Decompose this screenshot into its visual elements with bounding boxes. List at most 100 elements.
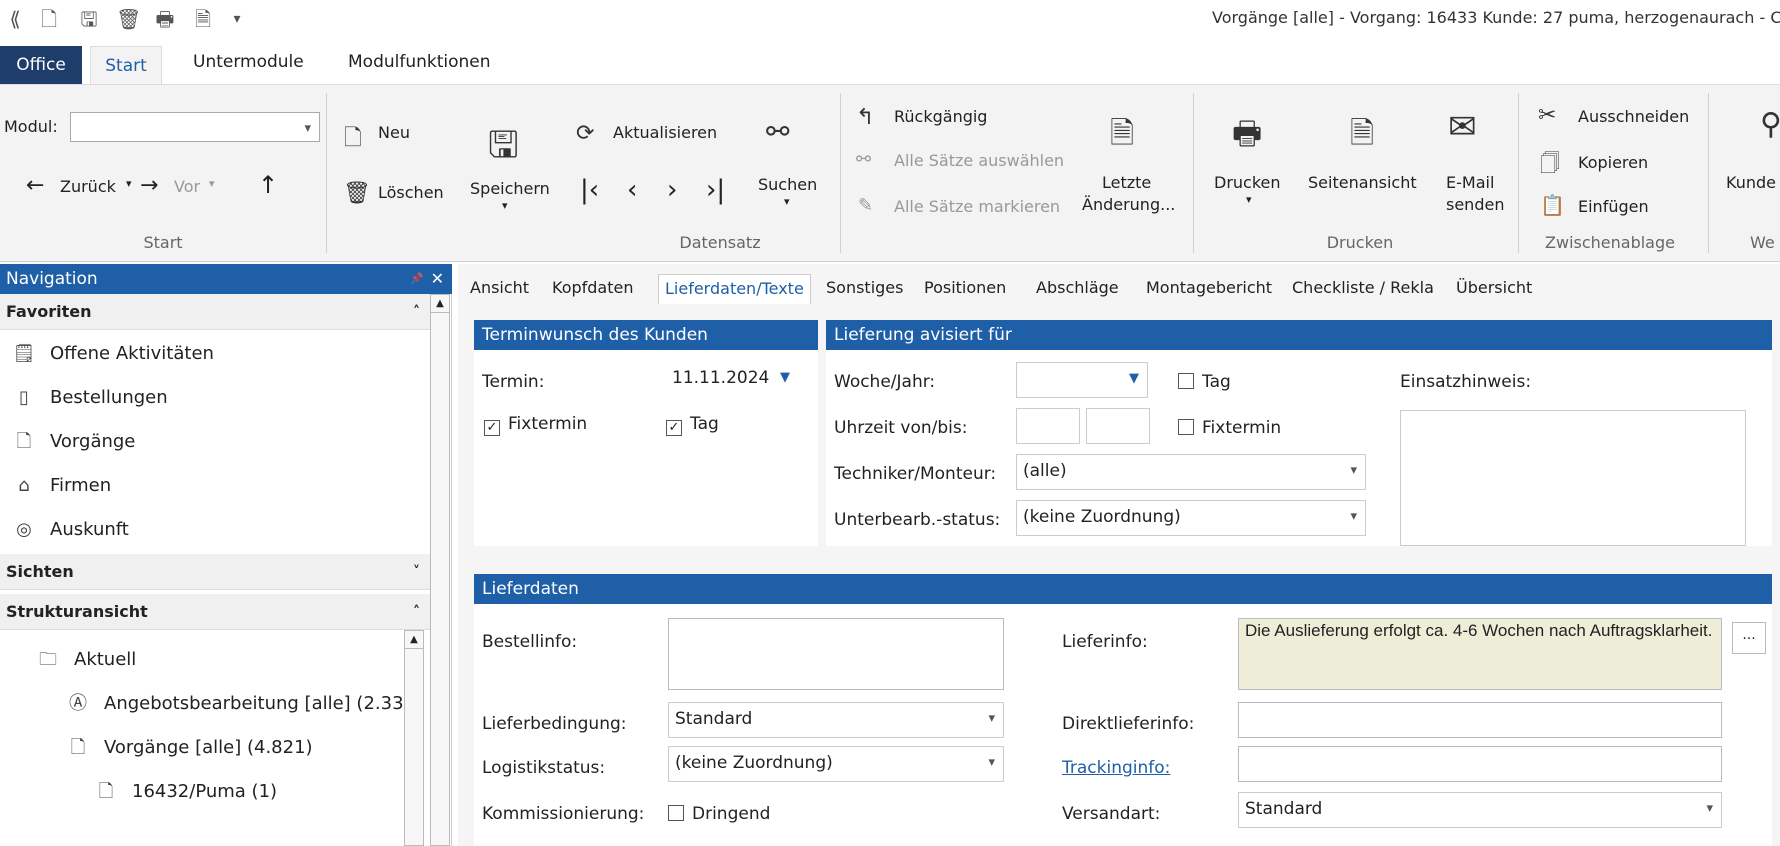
back-button[interactable]: Zurück — [60, 177, 116, 196]
previous-record-icon[interactable]: ‹ — [627, 175, 637, 205]
lieferbedingung-select[interactable]: Standard — [668, 702, 1004, 738]
collapse-icon[interactable]: ˄ — [413, 294, 420, 330]
new-document-icon[interactable]: 🗋 — [38, 8, 60, 30]
tab-modulfunktionen[interactable]: Modulfunktionen — [348, 48, 491, 76]
select-all-icon[interactable]: ⚯ — [856, 149, 871, 170]
tab-sonstiges[interactable]: Sonstiges — [826, 274, 903, 304]
mark-all-button[interactable]: Alle Sätze markieren — [894, 197, 1060, 216]
nav-item-bestellungen[interactable]: ▯ Bestellungen — [12, 378, 168, 418]
tab-office[interactable]: Office — [0, 46, 82, 84]
techniker-select[interactable]: (alle) — [1016, 454, 1366, 490]
email-label-2[interactable]: senden — [1446, 195, 1504, 214]
scroll-up-icon[interactable]: ▲ — [405, 631, 423, 649]
tree-item-aktuell[interactable]: 🗀 Aktuell — [36, 640, 136, 680]
lieferinfo-more-button[interactable]: ... — [1732, 622, 1766, 654]
scissors-icon[interactable]: ✂ — [1538, 103, 1556, 128]
lieferinfo-field[interactable]: Die Auslieferung erfolgt ca. 4-6 Wochen … — [1238, 618, 1722, 690]
forward-dropdown-icon[interactable]: ▾ — [209, 177, 215, 190]
logistikstatus-select[interactable]: (keine Zuordnung) — [668, 746, 1004, 782]
preview-icon[interactable]: 🗎 — [192, 8, 214, 30]
direktlieferinfo-field[interactable] — [1238, 702, 1722, 738]
up-arrow-icon[interactable]: ↑ — [258, 171, 278, 199]
modul-select[interactable] — [70, 112, 320, 145]
page-preview-button[interactable]: Seitenansicht — [1308, 173, 1417, 192]
tag-checkbox[interactable]: Tag — [1178, 372, 1231, 392]
first-record-icon[interactable]: |‹ — [580, 175, 599, 205]
forward-arrow-icon[interactable]: → — [140, 173, 158, 198]
woche-jahr-select[interactable]: ▼ — [1016, 362, 1148, 398]
paste-icon[interactable]: 📋 — [1540, 193, 1565, 217]
collapse-icon[interactable]: ˄ — [413, 594, 420, 630]
customize-quick-access-icon[interactable]: ▾ — [226, 8, 248, 30]
dropdown-icon[interactable]: ▼ — [1129, 363, 1139, 395]
nav-item-auskunft[interactable]: ◎ Auskunft — [12, 510, 129, 550]
trackinginfo-field[interactable] — [1238, 746, 1722, 782]
page-preview-icon[interactable]: 🗎 — [1350, 111, 1374, 162]
scroll-up-icon[interactable]: ▲ — [431, 295, 449, 313]
tree-scrollbar[interactable]: ▲ — [404, 630, 424, 846]
favoriten-section[interactable]: Favoriten ˄ — [0, 294, 430, 330]
date-dropdown-icon[interactable]: ▼ — [780, 362, 790, 394]
termin-date-field[interactable]: 11.11.2024 ▼ — [666, 362, 796, 398]
paste-button[interactable]: Einfügen — [1578, 197, 1649, 216]
customer-icon[interactable]: ⚲ — [1760, 107, 1780, 142]
trackinginfo-link[interactable]: Trackinginfo: — [1062, 758, 1170, 778]
refresh-icon[interactable]: ⟳ — [576, 121, 594, 146]
tab-abschlaege[interactable]: Abschläge — [1036, 274, 1119, 304]
einsatzhinweis-field[interactable] — [1400, 410, 1746, 546]
customer-button[interactable]: Kunde — [1726, 173, 1776, 192]
last-record-icon[interactable]: ›| — [706, 175, 725, 205]
new-button[interactable]: Neu — [378, 123, 410, 142]
uhrzeit-von-field[interactable] — [1016, 408, 1080, 444]
tab-uebersicht[interactable]: Übersicht — [1456, 274, 1532, 304]
save-large-icon[interactable]: 🖫 — [488, 119, 519, 180]
sichten-section[interactable]: Sichten ˅ — [0, 554, 430, 590]
mail-icon[interactable]: ✉ — [1448, 107, 1477, 147]
tab-lieferdaten-texte[interactable]: Lieferdaten/Texte — [658, 274, 811, 304]
refresh-button[interactable]: Aktualisieren — [613, 123, 717, 142]
tab-kopfdaten[interactable]: Kopfdaten — [552, 274, 634, 304]
email-label-1[interactable]: E-Mail — [1446, 173, 1494, 192]
dringend-checkbox[interactable]: Dringend — [668, 804, 770, 824]
expand-icon[interactable]: ˅ — [413, 554, 420, 590]
tab-positionen[interactable]: Positionen — [924, 274, 1006, 304]
select-all-button[interactable]: Alle Sätze auswählen — [894, 151, 1064, 170]
close-panel-icon[interactable]: ✕ — [431, 264, 444, 294]
print-icon[interactable]: 🖶 — [154, 8, 176, 30]
copy-button[interactable]: Kopieren — [1578, 153, 1648, 172]
last-change-icon[interactable]: 🗎 — [1110, 111, 1134, 162]
print-button[interactable]: Drucken — [1214, 173, 1281, 192]
tab-start[interactable]: Start — [90, 46, 162, 84]
fixtermin-checkbox[interactable]: Fixtermin — [1178, 418, 1281, 438]
new-icon[interactable]: 🗋 — [344, 121, 362, 159]
strukturansicht-section[interactable]: Strukturansicht ˄ — [0, 594, 430, 630]
tree-item-vorgaenge[interactable]: 🗋 Vorgänge [alle] (4.821) — [66, 728, 313, 768]
search-button[interactable]: Suchen — [758, 175, 817, 194]
print-large-icon[interactable]: 🖶 — [1232, 111, 1262, 165]
back-arrow-icon[interactable]: ← — [26, 173, 44, 198]
nav-item-firmen[interactable]: ⌂ Firmen — [12, 466, 111, 506]
pin-icon[interactable]: ✎ — [858, 195, 873, 216]
back-dropdown-icon[interactable]: ▾ — [126, 177, 132, 190]
delete-icon[interactable]: 🗑 — [343, 181, 371, 206]
next-record-icon[interactable]: › — [667, 175, 677, 205]
tab-ansicht[interactable]: Ansicht — [470, 274, 529, 304]
nav-item-offene-aktivitaeten[interactable]: 🗒 Offene Aktivitäten — [12, 334, 214, 374]
tree-item-angebotsbearbeitung[interactable]: Ⓐ Angebotsbearbeitung [alle] (2.33 — [66, 684, 404, 724]
copy-icon[interactable]: 🗍 — [1540, 149, 1560, 183]
nav-item-vorgaenge[interactable]: 🗋 Vorgänge — [12, 422, 136, 462]
undo-button[interactable]: Rückgängig — [894, 107, 987, 126]
uhrzeit-bis-field[interactable] — [1086, 408, 1150, 444]
last-change-label-1[interactable]: Letzte — [1102, 173, 1151, 192]
fixtermin-checkbox[interactable]: ✓ Fixtermin — [484, 414, 587, 436]
save-dropdown-icon[interactable]: ▾ — [502, 199, 508, 212]
save-icon[interactable]: 🖫 — [78, 8, 100, 30]
undo-icon[interactable]: ↰ — [856, 105, 874, 130]
last-change-label-2[interactable]: Änderung... — [1082, 195, 1175, 214]
tab-montagebericht[interactable]: Montagebericht — [1146, 274, 1272, 304]
tag-checkbox[interactable]: ✓ Tag — [666, 414, 719, 436]
save-button[interactable]: Speichern — [470, 179, 550, 198]
tab-checkliste-rekla[interactable]: Checkliste / Rekla — [1292, 274, 1434, 304]
forward-button[interactable]: Vor — [174, 177, 200, 196]
delete-icon[interactable]: 🗑 — [116, 8, 141, 30]
